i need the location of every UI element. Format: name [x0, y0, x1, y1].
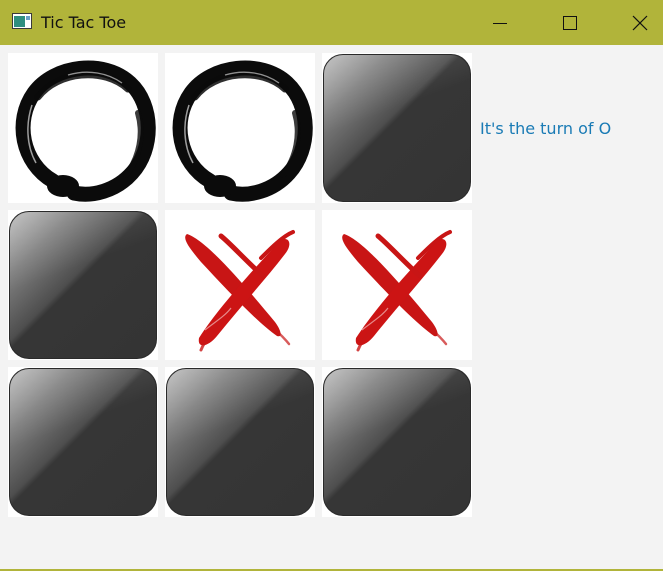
minimize-icon: [493, 22, 507, 24]
board-cell-o[interactable]: [165, 53, 315, 203]
board-cell-empty[interactable]: [8, 367, 158, 517]
empty-tile-button[interactable]: [323, 54, 471, 202]
board-cell-o[interactable]: [8, 53, 158, 203]
enso-circle-icon: [172, 60, 313, 202]
enso-circle-icon: [15, 60, 156, 202]
board-cell-empty[interactable]: [165, 367, 315, 517]
app-window-icon: [12, 13, 32, 29]
red-brush-x-icon: [342, 230, 452, 352]
window-title: Tic Tac Toe: [41, 13, 127, 32]
red-brush-x-icon: [185, 230, 295, 352]
empty-tile-button[interactable]: [9, 211, 157, 359]
board-cell-x[interactable]: [322, 210, 472, 360]
empty-tile-button[interactable]: [166, 368, 314, 516]
close-button[interactable]: [617, 0, 663, 45]
board-cell-x[interactable]: [165, 210, 315, 360]
maximize-icon: [563, 15, 577, 30]
empty-tile-button[interactable]: [323, 368, 471, 516]
maximize-button[interactable]: [547, 0, 593, 45]
minimize-button[interactable]: [477, 0, 523, 45]
title-bar: Tic Tac Toe: [0, 0, 663, 45]
close-icon: [632, 15, 648, 30]
board-cell-empty[interactable]: [322, 367, 472, 517]
turn-status: It's the turn of O: [480, 119, 612, 138]
board-cell-empty[interactable]: [322, 53, 472, 203]
board-cell-empty[interactable]: [8, 210, 158, 360]
empty-tile-button[interactable]: [9, 368, 157, 516]
